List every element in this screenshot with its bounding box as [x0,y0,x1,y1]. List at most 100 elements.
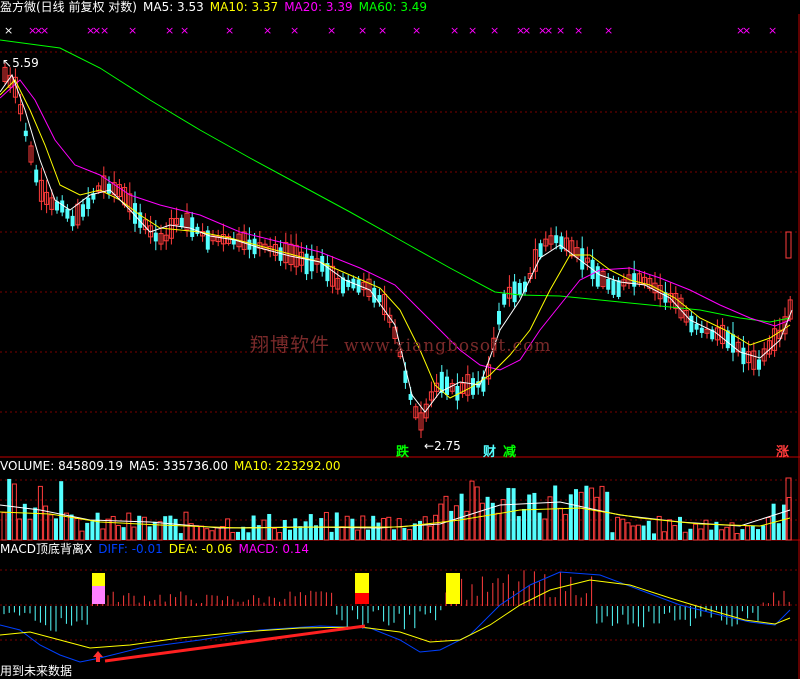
volume-bar [95,512,100,540]
volume-bar [115,524,121,541]
volume-bar [537,512,542,540]
volume-bar [334,512,339,540]
volume-bar [589,487,595,541]
cross-marker: × [40,24,49,37]
volume-bar [563,513,569,541]
volume-bar [584,485,589,540]
candle-body [699,327,704,333]
volume-bar [209,530,215,541]
macd-header: MACD顶底背离X DIFF: -0.01 DEA: -0.06 MACD: 0.14 [0,542,315,556]
volume-ma5-readout: MA5: 335736.00 [129,459,228,473]
low-price-label: ←2.75 [424,439,461,453]
volume-bar [386,516,392,541]
cross-marker: × [378,24,387,37]
cross-marker: × [290,24,299,37]
cross-marker: × [4,24,13,37]
volume-bar [630,525,636,541]
volume-bar [449,510,454,540]
volume-bar [516,516,521,540]
volume-bar [527,494,532,540]
signal-block [355,573,369,593]
ma5-line [0,73,793,413]
candle-body [107,183,111,194]
volume-bar [173,518,178,540]
cross-marker: × [604,24,613,37]
cross-marker: × [100,24,109,37]
volume-bar [682,531,688,541]
volume-bar [427,525,433,541]
volume-bar [282,519,287,540]
watermark-url: www.xiangbosoft.com [344,336,552,356]
volume-bar [605,491,610,540]
volume-bar [568,494,573,540]
volume-bar [329,531,334,540]
volume-bar [121,527,126,540]
volume-bar [620,518,626,541]
volume-bar [168,515,173,540]
volume-bar [750,525,755,540]
volume-bar [641,525,646,540]
signal-block [446,573,460,604]
volume-bar [214,527,220,541]
volume-bar [574,489,578,540]
ma60-line [0,39,791,323]
volume-header: VOLUME: 845809.19 MA5: 335736.00 MA10: 223… [0,459,347,473]
volume-bar [610,532,615,540]
volume-bar [396,518,402,541]
volume-bar [485,496,490,540]
cross-marker: × [263,24,272,37]
volume-bar [719,529,725,541]
volume-bar [85,522,90,540]
volume-bar [756,529,760,540]
volume-bar [542,518,548,541]
volume-bar [293,518,298,540]
volume-bar [54,518,58,540]
volume-bar [678,516,682,540]
volume-bar [141,516,147,541]
volume-bar [131,526,137,541]
volume-bar [193,525,199,541]
cross-marker: × [490,24,499,37]
volume-bar [511,488,516,540]
candle-body [580,248,585,270]
candle-body [595,266,600,287]
candle-body [785,231,792,259]
volume-bar [646,520,651,540]
volume-bar [709,529,714,540]
volume-bar [277,532,283,541]
volume-bar [33,507,38,540]
volume-bar [407,529,413,541]
volume-bar [17,518,23,541]
volume-bar [661,531,667,541]
cross-marker: × [742,24,751,37]
volume-bar [782,504,786,540]
volume-bar [740,529,745,540]
candle-body [512,281,517,303]
price-header: 盈方微(日线 前复权 对数) MA5: 3.53 MA10: 3.37 MA20: 3… [0,0,433,14]
volume-bar [433,514,439,541]
volume-bar [219,526,225,541]
volume-bar [59,481,64,540]
candle-body [731,334,735,353]
watermark: 翔博软件 www.xiangbosoft.com [250,330,552,357]
volume-bar [246,532,251,540]
cross-marker: × [225,24,234,37]
cross-marker: × [556,24,565,37]
candle-body [689,315,694,333]
volume-bar [178,533,183,540]
volume-bar [241,526,246,540]
volume-bar [339,526,345,541]
volume-bar [672,525,678,541]
volume-bar [479,502,485,541]
volume-bar [225,518,231,541]
high-arrow-icon: ↖ [2,56,13,70]
ma10-readout: MA10: 3.37 [209,0,279,14]
cross-marker: × [544,24,553,37]
volume-bar [490,502,495,540]
volume-bar [288,529,292,540]
volume-bar [323,511,329,541]
volume-bar [355,529,361,541]
volume-bar [126,512,132,541]
volume-bar [724,526,730,541]
macd-readout: MACD: 0.14 [238,542,310,556]
